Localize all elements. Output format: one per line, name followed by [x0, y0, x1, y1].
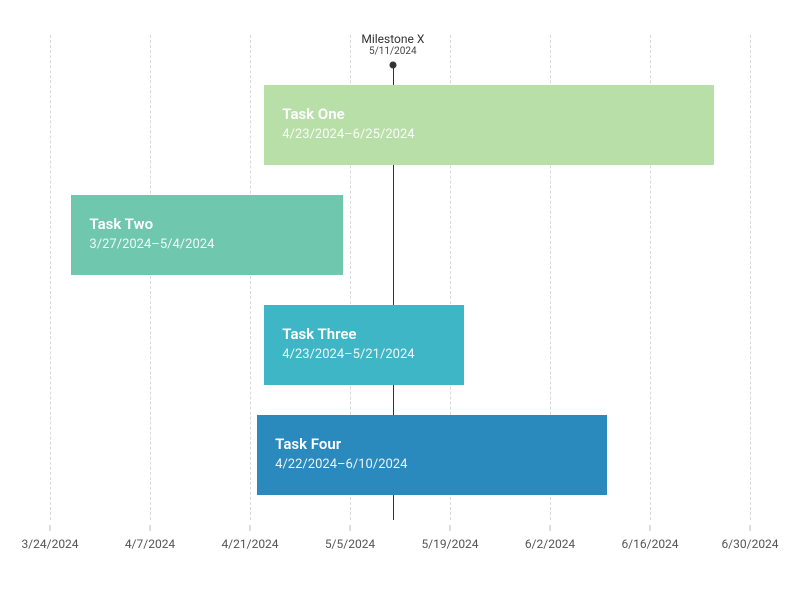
- x-axis-tick-label: 6/2/2024: [525, 537, 575, 551]
- task-bar[interactable]: Task Two 3/27/2024–5/4/2024: [71, 195, 342, 275]
- milestone-name: Milestone X: [361, 32, 424, 46]
- gantt-chart: Milestone X5/11/2024 Task One 4/23/2024–6/…: [50, 30, 750, 570]
- tick-mark: [350, 525, 351, 531]
- tick-mark: [650, 525, 651, 531]
- gridline: [750, 35, 751, 520]
- gridline: [50, 35, 51, 520]
- tick-mark: [450, 525, 451, 531]
- x-axis-tick-label: 6/30/2024: [721, 537, 778, 551]
- x-axis-tick-label: 4/7/2024: [125, 537, 175, 551]
- x-axis-tick-label: 4/21/2024: [221, 537, 278, 551]
- tick-mark: [50, 525, 51, 531]
- tick-mark: [750, 525, 751, 531]
- tick-mark: [550, 525, 551, 531]
- task-dates: 3/27/2024–5/4/2024: [89, 237, 324, 252]
- task-name: Task Four: [275, 435, 341, 453]
- task-dates: 4/23/2024–6/25/2024: [282, 127, 696, 142]
- x-axis-tick-label: 5/19/2024: [421, 537, 478, 551]
- milestone-marker: [389, 62, 396, 69]
- gridline: [250, 35, 251, 520]
- x-axis-tick-label: 6/16/2024: [621, 537, 678, 551]
- task-bar[interactable]: Task Four 4/22/2024–6/10/2024: [257, 415, 607, 495]
- task-name: Task Two: [89, 215, 153, 233]
- tick-mark: [150, 525, 151, 531]
- task-dates: 4/22/2024–6/10/2024: [275, 457, 589, 472]
- task-dates: 4/23/2024–5/21/2024: [282, 347, 446, 362]
- tick-mark: [250, 525, 251, 531]
- task-bar[interactable]: Task Three 4/23/2024–5/21/2024: [264, 305, 464, 385]
- task-name: Task One: [282, 105, 344, 123]
- gridline: [150, 35, 151, 520]
- plot-area: Milestone X5/11/2024 Task One 4/23/2024–6/…: [50, 30, 750, 520]
- task-bar[interactable]: Task One 4/23/2024–6/25/2024: [264, 85, 714, 165]
- x-axis-tick-label: 3/24/2024: [21, 537, 78, 551]
- milestone-date: 5/11/2024: [361, 46, 424, 57]
- task-name: Task Three: [282, 325, 356, 343]
- x-axis-tick-label: 5/5/2024: [325, 537, 375, 551]
- milestone-label: Milestone X5/11/2024: [361, 32, 424, 57]
